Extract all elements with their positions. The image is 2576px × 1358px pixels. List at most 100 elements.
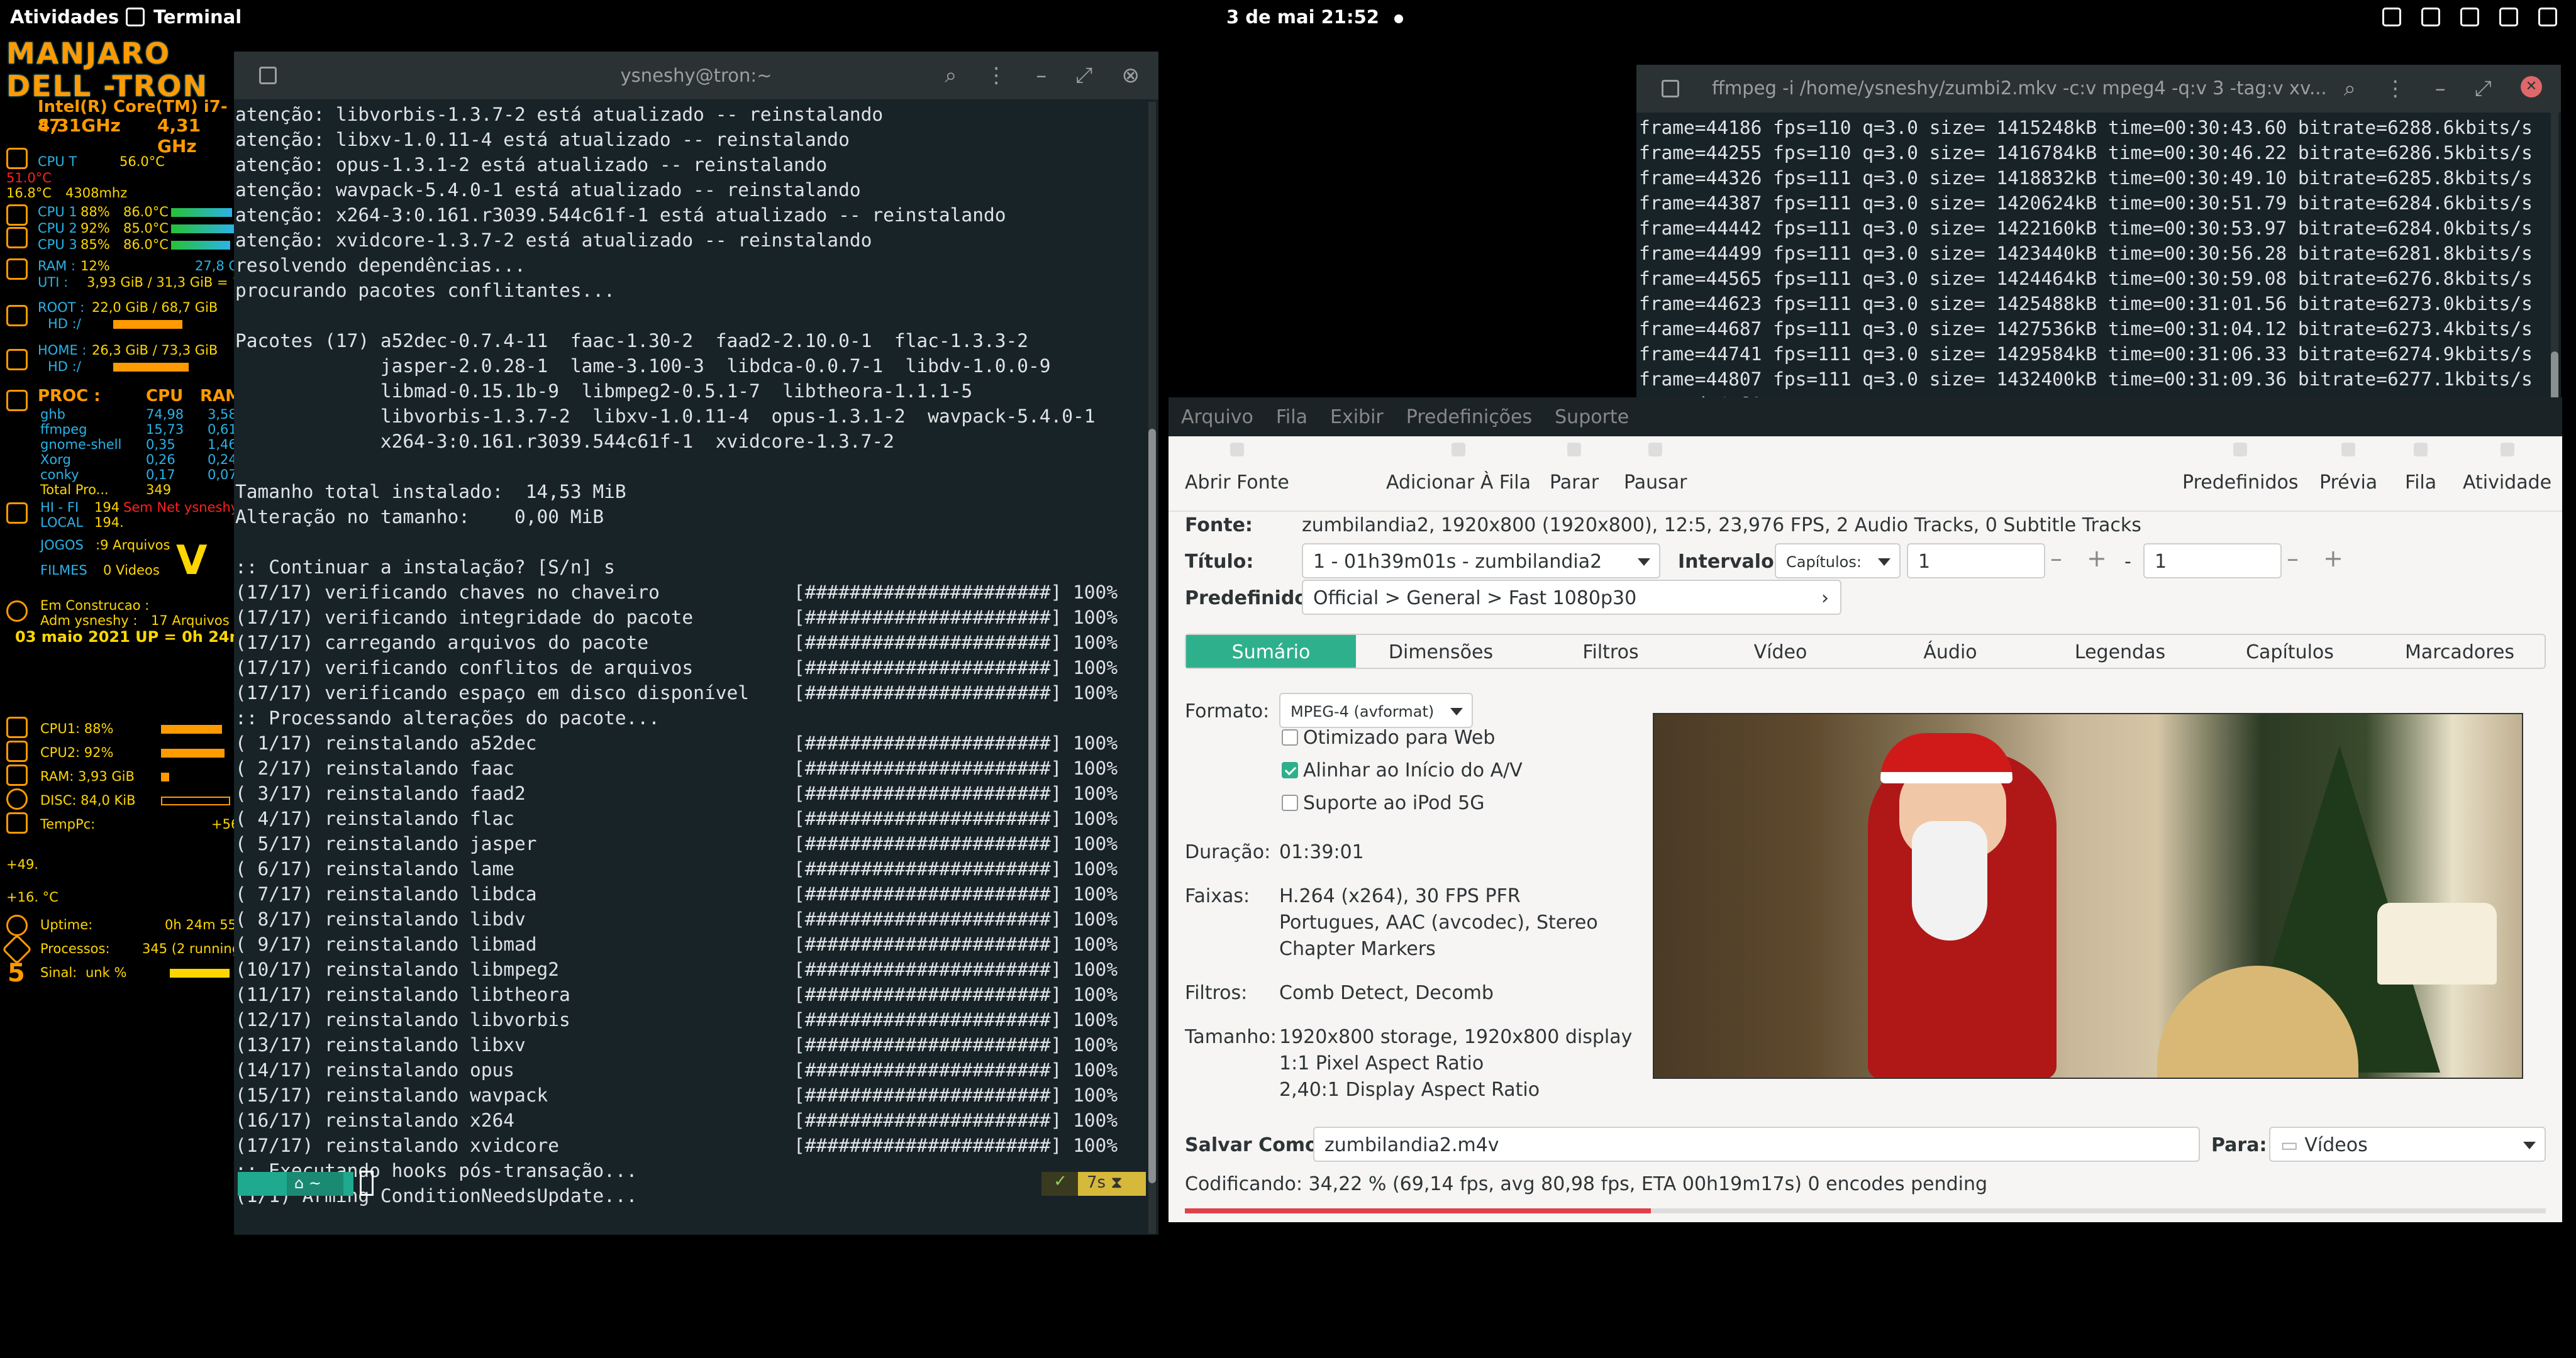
window-icon[interactable] [2382,8,2401,26]
display-icon[interactable] [2460,8,2479,26]
local-value: 194. [94,515,124,530]
align-av-checkbox[interactable] [1282,762,1298,778]
ram2-label: RAM: 3,93 GiB [40,769,135,784]
proc-ram: 3,58 [208,407,234,422]
cpu1-bar [161,725,222,734]
terminal-output[interactable]: atenção: libvorbis-1.3.7-2 está atualiza… [234,99,1158,1208]
tab-bar: Sumário Dimensões Filtros Vídeo Áudio Le… [1185,634,2546,669]
proc-cpu: 0,35 [146,437,175,452]
activities-button[interactable]: Atividades [10,6,119,28]
minus-icon[interactable]: – [2287,544,2299,572]
tab-audio[interactable]: Áudio [1865,635,2035,668]
menu-suporte[interactable]: Suporte [1555,406,1629,428]
plus-icon[interactable]: + [2323,544,2343,572]
power-icon[interactable] [2538,8,2557,26]
title-select-value: 1 - 01h39m01s - zumbilandia2 [1313,551,1602,573]
size-line: 1:1 Pixel Aspect Ratio [1279,1052,1484,1074]
presets-button[interactable]: Predefinidos [2182,443,2298,494]
net-status: Sem Net ysneshy [123,500,234,515]
ffmpeg-output[interactable]: frame=44186 fps=110 q=3.0 size= 1415248k… [1636,113,2561,417]
folder-icon: ▭ [2280,1134,2299,1156]
processos-value: 345 (2 running [142,941,234,956]
shell-prompt[interactable]: ⌂ ~ ✓ 7s ⧗ [234,1169,1158,1200]
ffmpeg-titlebar[interactable]: ffmpeg -i /home/ysneshy/zumbi2.mkv -c:v … [1636,65,2561,113]
ffmpeg-scrollbar[interactable] [2551,113,2558,423]
chevron-down-icon [1878,558,1890,566]
tab-subtitles[interactable]: Legendas [2035,635,2205,668]
notification-dot [1394,14,1403,23]
minus-icon[interactable]: – [2050,544,2062,572]
range-from-input[interactable]: 1 [1907,543,2045,578]
menu-exibir[interactable]: Exibir [1330,406,1384,428]
uti-value: 3,93 GiB / 31,3 GiB = 12 [87,275,234,290]
menu-predefinicoes[interactable]: Predefinições [1406,406,1532,428]
filmes-value: 0 Videos [103,563,160,578]
core-bar [171,224,234,233]
terminal-titlebar[interactable]: ysneshy@tron:~ ⌕ ⋮ – ⤢ ⊗ [234,52,1158,99]
disc-bar [161,797,230,805]
preview-button[interactable]: Prévia [2319,443,2377,494]
handbrake-window[interactable]: Arquivo Fila Exibir Predefinições Suport… [1169,397,2562,1222]
destination-select[interactable]: ▭ Vídeos [2269,1127,2546,1162]
menu-icon[interactable]: ⋮ [985,63,1007,88]
terminal-scrollbar[interactable] [1148,102,1156,1234]
range-to-input[interactable]: 1 [2143,543,2282,578]
stop-button[interactable]: Parar [1550,443,1599,494]
menu-fila[interactable]: Fila [1276,406,1307,428]
preset-select[interactable]: Official > General > Fast 1080p30 › [1302,580,1841,615]
title-select[interactable]: 1 - 01h39m01s - zumbilandia2 [1302,543,1660,578]
pause-button[interactable]: Pausar [1624,443,1687,494]
terminal-window[interactable]: ysneshy@tron:~ ⌕ ⋮ – ⤢ ⊗ atenção: libvor… [234,52,1158,1235]
open-source-button[interactable]: Abrir Fonte [1185,443,1289,494]
tab-markers[interactable]: Marcadores [2375,635,2545,668]
range-type-select[interactable]: Capítulos: [1775,543,1901,578]
format-select[interactable]: MPEG-4 (avformat) [1279,693,1473,728]
ipod-label: Suporte ao iPod 5G [1303,792,1485,814]
proc-ram-header: RAM [200,387,234,406]
close-icon[interactable]: ⊗ [1122,63,1140,88]
menu-arquivo[interactable]: Arquivo [1181,406,1253,428]
minimize-icon[interactable]: – [2435,76,2446,101]
root-value: 22,0 GiB / 68,7 GiB [92,300,218,315]
clock[interactable]: 3 de mai 21:52 [1226,6,1403,28]
tab-chapters[interactable]: Capítulos [2205,635,2375,668]
proc-name: gnome-shell [40,437,122,452]
local-label: LOCAL [40,515,84,530]
add-queue-button[interactable]: Adicionar À Fila [1386,443,1531,494]
plus-icon[interactable]: + [2087,544,2107,572]
system-tray[interactable] [2382,8,2557,26]
queue-button[interactable]: Fila [2405,443,2436,494]
activity-button[interactable]: Atividade [2463,443,2551,494]
maximize-icon[interactable]: ⤢ [2475,76,2492,101]
ipod-checkbox[interactable] [1282,795,1298,811]
save-as-input[interactable]: zumbilandia2.m4v [1313,1127,2200,1162]
ffmpeg-terminal-window[interactable]: ffmpeg -i /home/ysneshy/zumbi2.mkv -c:v … [1636,65,2561,423]
search-icon[interactable]: ⌕ [945,63,957,88]
scroll-thumb[interactable] [1148,429,1156,1183]
new-tab-icon[interactable] [1662,80,1679,97]
tab-summary[interactable]: Sumário [1186,635,1356,668]
search-icon[interactable]: ⌕ [2344,76,2356,101]
new-tab-icon[interactable] [259,67,277,84]
uptime-label: Uptime: [40,917,93,932]
terminal-icon [126,8,145,26]
status-time-text: 7s [1087,1173,1106,1192]
shield-icon[interactable] [2421,8,2440,26]
temp-49: +49. [6,857,38,872]
volume-icon[interactable] [2499,8,2518,26]
tab-filters[interactable]: Filtros [1526,635,1696,668]
track-line: H.264 (x264), 30 FPS PFR [1279,885,1521,907]
video-preview[interactable] [1653,713,2523,1079]
minimize-icon[interactable]: – [1036,63,1046,88]
tab-dimensions[interactable]: Dimensões [1356,635,1526,668]
app-menu[interactable]: Terminal [126,6,242,28]
cpu-freq: 4,31GHz [38,115,121,136]
menu-icon[interactable]: ⋮ [2385,76,2406,101]
pause-icon [1648,443,1663,456]
web-optimized-checkbox[interactable] [1282,729,1298,746]
date-line: 03 maio 2021 UP = 0h 24m [15,628,234,646]
maximize-icon[interactable]: ⤢ [1075,63,1092,88]
close-icon[interactable]: ✕ [2521,76,2542,97]
tab-video[interactable]: Vídeo [1696,635,1865,668]
process-icon [6,390,28,411]
